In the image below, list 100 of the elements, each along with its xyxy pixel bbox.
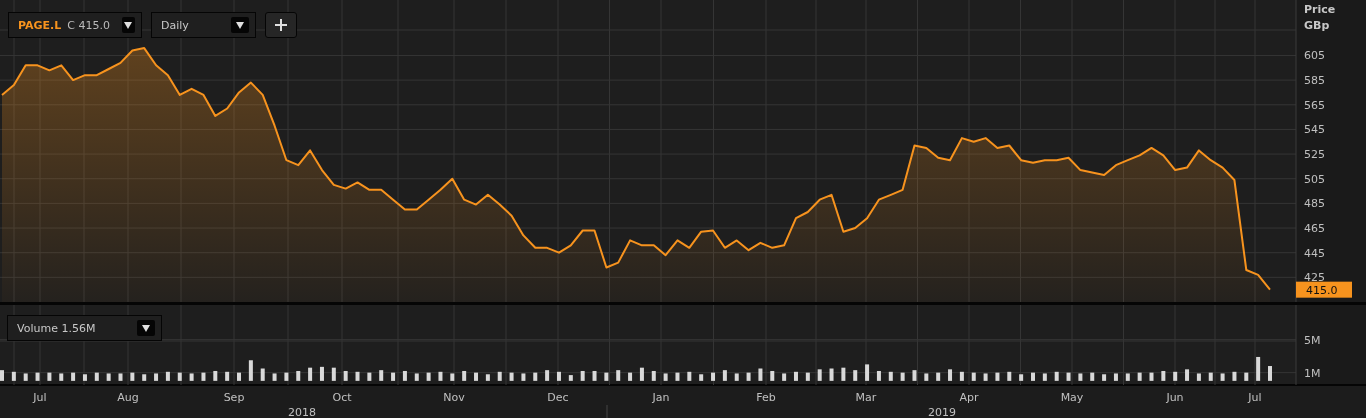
volume-bar: [260, 368, 265, 381]
volume-bar: [1019, 374, 1024, 381]
volume-bar: [770, 371, 775, 381]
volume-bar: [130, 372, 135, 381]
volume-bar: [746, 372, 751, 381]
tick-label: 505: [1304, 172, 1325, 186]
volume-bar: [379, 370, 384, 381]
volume-bar: [1137, 372, 1142, 381]
volume-bar: [1125, 373, 1130, 381]
volume-bar: [1102, 374, 1107, 381]
volume-bar: [35, 372, 40, 381]
interval-selector[interactable]: Daily: [151, 12, 256, 38]
volume-bar: [426, 372, 431, 381]
volume-bar: [1007, 371, 1012, 381]
volume-value: Volume 1.56M: [17, 321, 96, 335]
volume-bar: [414, 373, 419, 381]
volume-bar: [1173, 371, 1178, 381]
volume-selector[interactable]: Volume 1.56M: [7, 315, 162, 341]
volume-bar: [284, 372, 289, 381]
volume-bar: [521, 373, 526, 381]
volume-bar: [983, 373, 988, 381]
month-label: Nov: [443, 391, 465, 404]
volume-bar: [829, 368, 834, 381]
volume-bar: [817, 369, 822, 381]
volume-bar: [438, 371, 443, 381]
volume-bar: [343, 371, 348, 381]
volume-bar: [888, 371, 893, 381]
volume-bar: [805, 372, 810, 381]
add-button[interactable]: [265, 12, 297, 38]
volume-bar: [450, 373, 455, 381]
volume-bar: [1149, 372, 1154, 381]
volume-bar: [853, 370, 858, 381]
axis-title: GBp: [1304, 19, 1330, 32]
volume-bar: [734, 373, 739, 381]
month-label: Oct: [332, 391, 352, 404]
volume-bar: [331, 367, 336, 381]
volume-bar: [604, 372, 609, 381]
month-label: Dec: [547, 391, 569, 404]
volume-bar: [580, 371, 585, 381]
volume-bar: [900, 372, 905, 381]
volume-bar: [936, 372, 941, 381]
volume-bar: [189, 373, 194, 381]
volume-bar: [201, 372, 206, 381]
volume-bar: [106, 373, 111, 381]
volume-bar: [722, 370, 727, 381]
volume-bar: [687, 371, 692, 381]
volume-bar: [568, 375, 573, 381]
volume-bar: [628, 372, 633, 381]
tick-label: 485: [1304, 197, 1325, 211]
volume-bar: [675, 372, 680, 381]
volume-bar: [142, 374, 147, 381]
volume-bar: [1208, 372, 1213, 381]
volume-bar: [794, 371, 798, 381]
plus-icon: [275, 19, 287, 31]
volume-bar: [1066, 372, 1071, 381]
volume-bar: [319, 366, 324, 381]
volume-bar: [82, 374, 87, 381]
volume-bar: [1268, 366, 1272, 381]
symbol-selector[interactable]: PAGE.L C 415.0: [8, 12, 142, 38]
volume-bar: [1244, 372, 1249, 381]
volume-bar: [237, 372, 241, 381]
volume-bar: [1232, 371, 1237, 381]
month-label: Feb: [756, 391, 776, 404]
volume-bar: [367, 372, 372, 381]
month-label: May: [1060, 391, 1084, 404]
volume-bar: [1196, 373, 1201, 381]
volume-bar: [485, 374, 490, 381]
volume-bar: [154, 373, 159, 381]
month-label: Jun: [1166, 391, 1184, 404]
interval-value: Daily: [161, 18, 189, 32]
volume-bar: [355, 371, 360, 381]
tick-label: 445: [1304, 246, 1325, 260]
volume-bar: [1031, 372, 1035, 381]
volume-bar: [509, 372, 514, 381]
volume-bar: [462, 371, 467, 381]
volume-bar: [971, 372, 976, 381]
volume-bar: [248, 360, 253, 381]
tick-label: 525: [1304, 148, 1325, 162]
volume-bar: [699, 374, 704, 381]
volume-bar: [1185, 369, 1190, 381]
volume-bar: [296, 371, 301, 381]
month-label: Mar: [855, 391, 877, 404]
tick-label: 585: [1304, 74, 1325, 88]
volume-bar: [545, 370, 550, 381]
volume-bar: [782, 373, 787, 381]
ticker-symbol: PAGE.L: [18, 18, 62, 32]
volume-bar: [1256, 356, 1261, 381]
volume-bar: [912, 370, 917, 381]
volume-bar: [711, 372, 716, 381]
volume-bar: [841, 367, 846, 381]
month-label: Jul: [33, 391, 47, 404]
volume-bar: [924, 373, 929, 381]
volume-bar: [533, 372, 538, 381]
volume-bar: [865, 364, 870, 381]
tick-label: 465: [1304, 222, 1325, 236]
volume-bar: [225, 371, 230, 381]
volume-bar: [391, 372, 396, 381]
volume-bar: [1042, 373, 1047, 381]
volume-bar: [71, 372, 76, 381]
volume-bar: [59, 373, 64, 381]
